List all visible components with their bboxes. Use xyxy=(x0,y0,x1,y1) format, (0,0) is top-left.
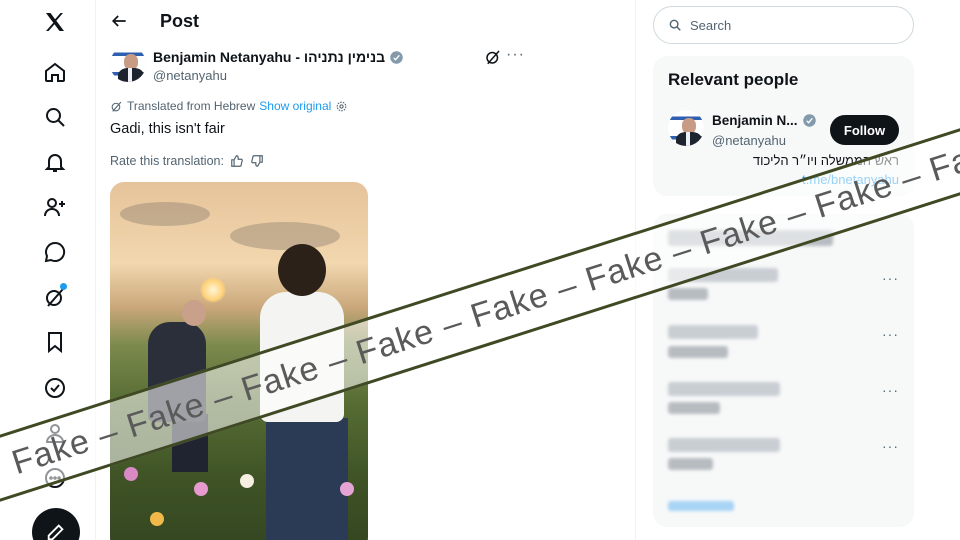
more-options-icon[interactable]: ··· xyxy=(506,46,526,66)
search-icon xyxy=(669,19,681,31)
younger-man-legs xyxy=(266,418,348,540)
arrow-left-icon xyxy=(111,15,126,27)
person-avatar[interactable] xyxy=(668,110,704,146)
more-options-icon[interactable]: ··· xyxy=(882,382,899,398)
verified-icon[interactable] xyxy=(33,366,77,410)
cloud xyxy=(230,222,340,250)
flower xyxy=(340,482,354,496)
grok-icon[interactable] xyxy=(33,275,77,319)
author-handle[interactable]: @netanyahu xyxy=(153,68,227,83)
gear-icon[interactable] xyxy=(335,100,348,113)
notification-dot xyxy=(60,283,67,290)
home-icon[interactable] xyxy=(33,50,77,94)
flower xyxy=(150,512,164,526)
blurred-item xyxy=(668,288,708,300)
younger-man-head xyxy=(278,244,326,296)
compose-button[interactable] xyxy=(32,508,80,540)
translated-label: Translated from Hebrew xyxy=(127,99,256,113)
person-name[interactable]: Benjamin N... xyxy=(712,113,817,128)
search-icon[interactable] xyxy=(33,95,77,139)
x-logo-icon[interactable] xyxy=(33,0,77,44)
compose-icon xyxy=(47,524,64,540)
more-options-icon[interactable]: ··· xyxy=(882,438,899,454)
verified-badge-icon xyxy=(802,114,816,127)
messages-icon[interactable] xyxy=(33,230,77,274)
follow-button[interactable]: Follow xyxy=(830,115,899,145)
author-name-text: Benjamin Netanyahu - בנימין נתניהו xyxy=(153,49,386,65)
translation-notice: Translated from Hebrew Show original xyxy=(110,99,348,113)
flower xyxy=(124,467,138,481)
bookmarks-icon[interactable] xyxy=(33,320,77,364)
person-name-text: Benjamin N... xyxy=(712,113,798,128)
flower xyxy=(240,474,254,488)
show-original-link[interactable]: Show original xyxy=(259,99,331,113)
person-handle[interactable]: @netanyahu xyxy=(712,133,786,148)
post-text: Gadi, this isn't fair xyxy=(110,121,225,137)
blurred-item xyxy=(668,458,713,470)
blurred-item xyxy=(668,346,728,358)
blurred-item[interactable] xyxy=(668,438,780,452)
author-name[interactable]: Benjamin Netanyahu - בנימין נתניהו xyxy=(153,49,404,65)
thumbs-down-icon[interactable] xyxy=(250,154,264,168)
follow-icon[interactable] xyxy=(33,185,77,229)
flower xyxy=(194,482,208,496)
relevant-people-title: Relevant people xyxy=(668,70,799,89)
more-options-icon[interactable]: ··· xyxy=(882,326,899,342)
older-man-head xyxy=(182,300,206,326)
blurred-item[interactable] xyxy=(668,382,780,396)
cloud xyxy=(120,202,210,226)
search-placeholder: Search xyxy=(690,17,732,33)
sun xyxy=(200,277,226,303)
back-button[interactable] xyxy=(106,8,132,34)
rate-translation: Rate this translation: xyxy=(110,154,264,168)
page-title: Post xyxy=(160,11,200,31)
blurred-item[interactable] xyxy=(668,325,758,339)
search-input[interactable]: Search xyxy=(653,6,914,44)
blurred-item xyxy=(668,402,720,414)
verified-badge-icon xyxy=(390,50,403,64)
notifications-icon[interactable] xyxy=(33,140,77,184)
rate-label: Rate this translation: xyxy=(110,154,224,168)
author-avatar[interactable] xyxy=(110,46,146,82)
more-options-icon[interactable]: ··· xyxy=(882,270,899,286)
blurred-show-more-link[interactable] xyxy=(668,501,734,511)
thumbs-up-icon[interactable] xyxy=(230,154,244,168)
grok-small-icon xyxy=(111,101,122,112)
grok-explain-icon[interactable] xyxy=(484,48,502,66)
